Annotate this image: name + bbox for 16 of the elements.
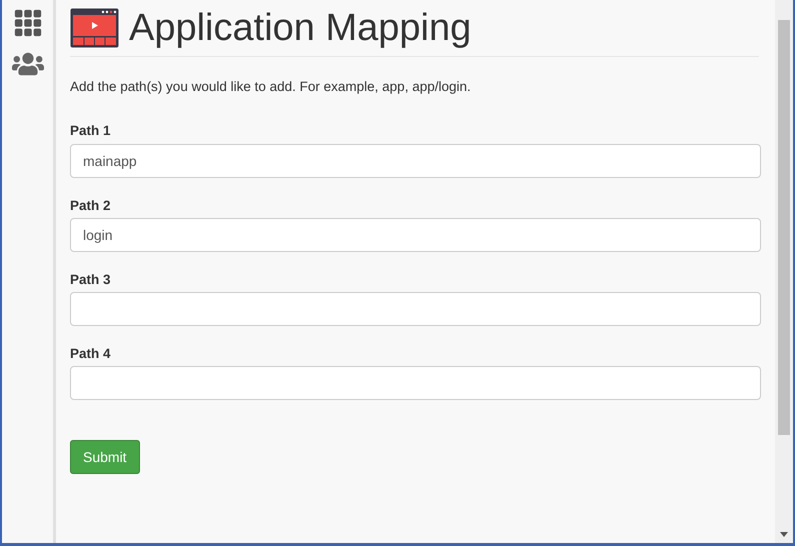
instructions: Add the path(s) you would like to add. For example, app, app/login. bbox=[70, 78, 472, 96]
path-field[interactable] bbox=[70, 366, 761, 400]
page-title: Application Mapping bbox=[129, 9, 472, 47]
path-field[interactable] bbox=[70, 292, 761, 326]
scrollbar[interactable] bbox=[775, 0, 793, 543]
users-icon[interactable] bbox=[12, 50, 44, 78]
scrollbar-thumb[interactable] bbox=[778, 20, 790, 435]
video-window-icon bbox=[70, 8, 119, 48]
path-field[interactable]: login bbox=[70, 218, 761, 252]
field-label: Path 4 bbox=[70, 345, 112, 363]
path-field[interactable]: mainapp bbox=[70, 144, 761, 178]
field-label: Path 1 bbox=[70, 122, 112, 140]
scroll-down-icon[interactable] bbox=[780, 532, 788, 537]
field-label: Path 2 bbox=[70, 196, 112, 214]
apps-grid-icon[interactable] bbox=[12, 8, 42, 38]
field-label: Path 3 bbox=[70, 270, 112, 289]
